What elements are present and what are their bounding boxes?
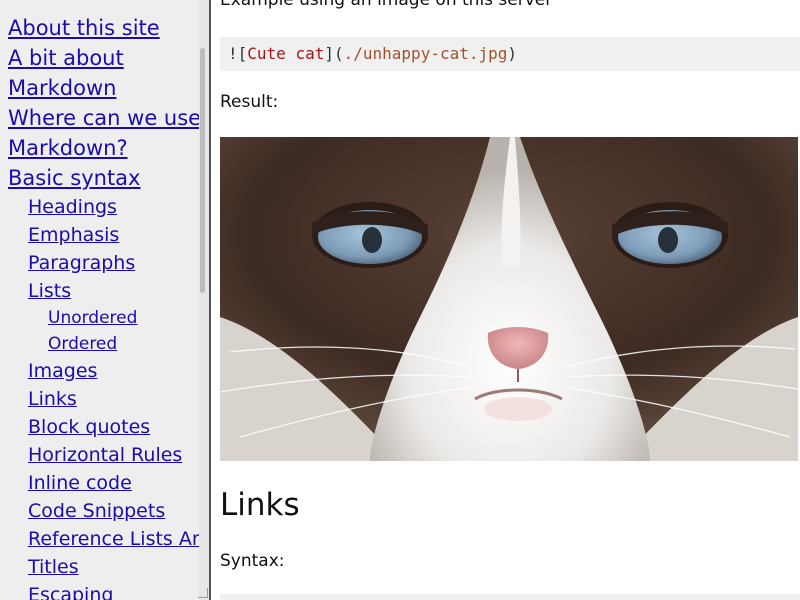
code-block: ![Cute cat](./unhappy-cat.jpg) bbox=[220, 37, 800, 71]
clipped-paragraph: Example using an image on this server bbox=[220, 0, 553, 10]
nav-block-quotes[interactable]: Block quotes bbox=[0, 413, 200, 441]
nav-ordered[interactable]: Ordered bbox=[0, 331, 200, 357]
nav-horizontal-rules[interactable]: Horizontal Rules bbox=[0, 441, 200, 469]
code-open-bracket: [ bbox=[237, 44, 248, 63]
nav-inline-code[interactable]: Inline code bbox=[0, 469, 200, 497]
syntax-label: Syntax: bbox=[220, 551, 285, 571]
nav-about-this-site[interactable]: About this site bbox=[0, 13, 200, 43]
sidebar-divider bbox=[209, 0, 211, 600]
code-open-paren: ( bbox=[333, 44, 344, 63]
nav-basic-syntax[interactable]: Basic syntax bbox=[0, 163, 200, 193]
nav-images[interactable]: Images bbox=[0, 357, 200, 385]
links-heading: Links bbox=[220, 487, 300, 523]
nav-markdown[interactable]: Markdown bbox=[0, 73, 200, 103]
nav-links[interactable]: Links bbox=[0, 385, 200, 413]
code-alt-text: Cute cat bbox=[247, 44, 325, 63]
nav-lists[interactable]: Lists bbox=[0, 277, 200, 305]
nav-code-snippets[interactable]: Code Snippets bbox=[0, 497, 200, 525]
code-block-partial bbox=[220, 594, 800, 600]
code-url: ./unhappy-cat.jpg bbox=[343, 44, 508, 63]
nav-where-can-we-use[interactable]: Where can we use bbox=[0, 103, 200, 133]
nav-unordered[interactable]: Unordered bbox=[0, 305, 200, 331]
sidebar-scroll-area[interactable]: About this site A bit about Markdown Whe… bbox=[0, 0, 200, 600]
nav-paragraphs[interactable]: Paragraphs bbox=[0, 249, 200, 277]
code-close-paren: ) bbox=[507, 44, 518, 63]
sidebar-scrollbar-thumb[interactable] bbox=[200, 48, 205, 293]
code-bang: ! bbox=[228, 44, 238, 63]
nav-escaping[interactable]: Escaping bbox=[0, 581, 200, 600]
sidebar-nav: About this site A bit about Markdown Whe… bbox=[0, 0, 210, 600]
code-close-bracket: ] bbox=[324, 44, 334, 63]
nav-titles[interactable]: Titles bbox=[0, 553, 200, 581]
nav-a-bit-about[interactable]: A bit about bbox=[0, 43, 200, 73]
result-label: Result: bbox=[220, 92, 279, 112]
sidebar-scrollbar[interactable] bbox=[199, 0, 209, 600]
main-content: Example using an image on this server ![… bbox=[220, 0, 800, 600]
nav-emphasis[interactable]: Emphasis bbox=[0, 221, 200, 249]
nav-reference-lists-and[interactable]: Reference Lists And bbox=[0, 525, 200, 553]
resize-grip-icon[interactable] bbox=[198, 588, 208, 598]
nav-markdown-question[interactable]: Markdown? bbox=[0, 133, 200, 163]
nav-headings[interactable]: Headings bbox=[0, 193, 200, 221]
cat-image bbox=[220, 137, 798, 461]
